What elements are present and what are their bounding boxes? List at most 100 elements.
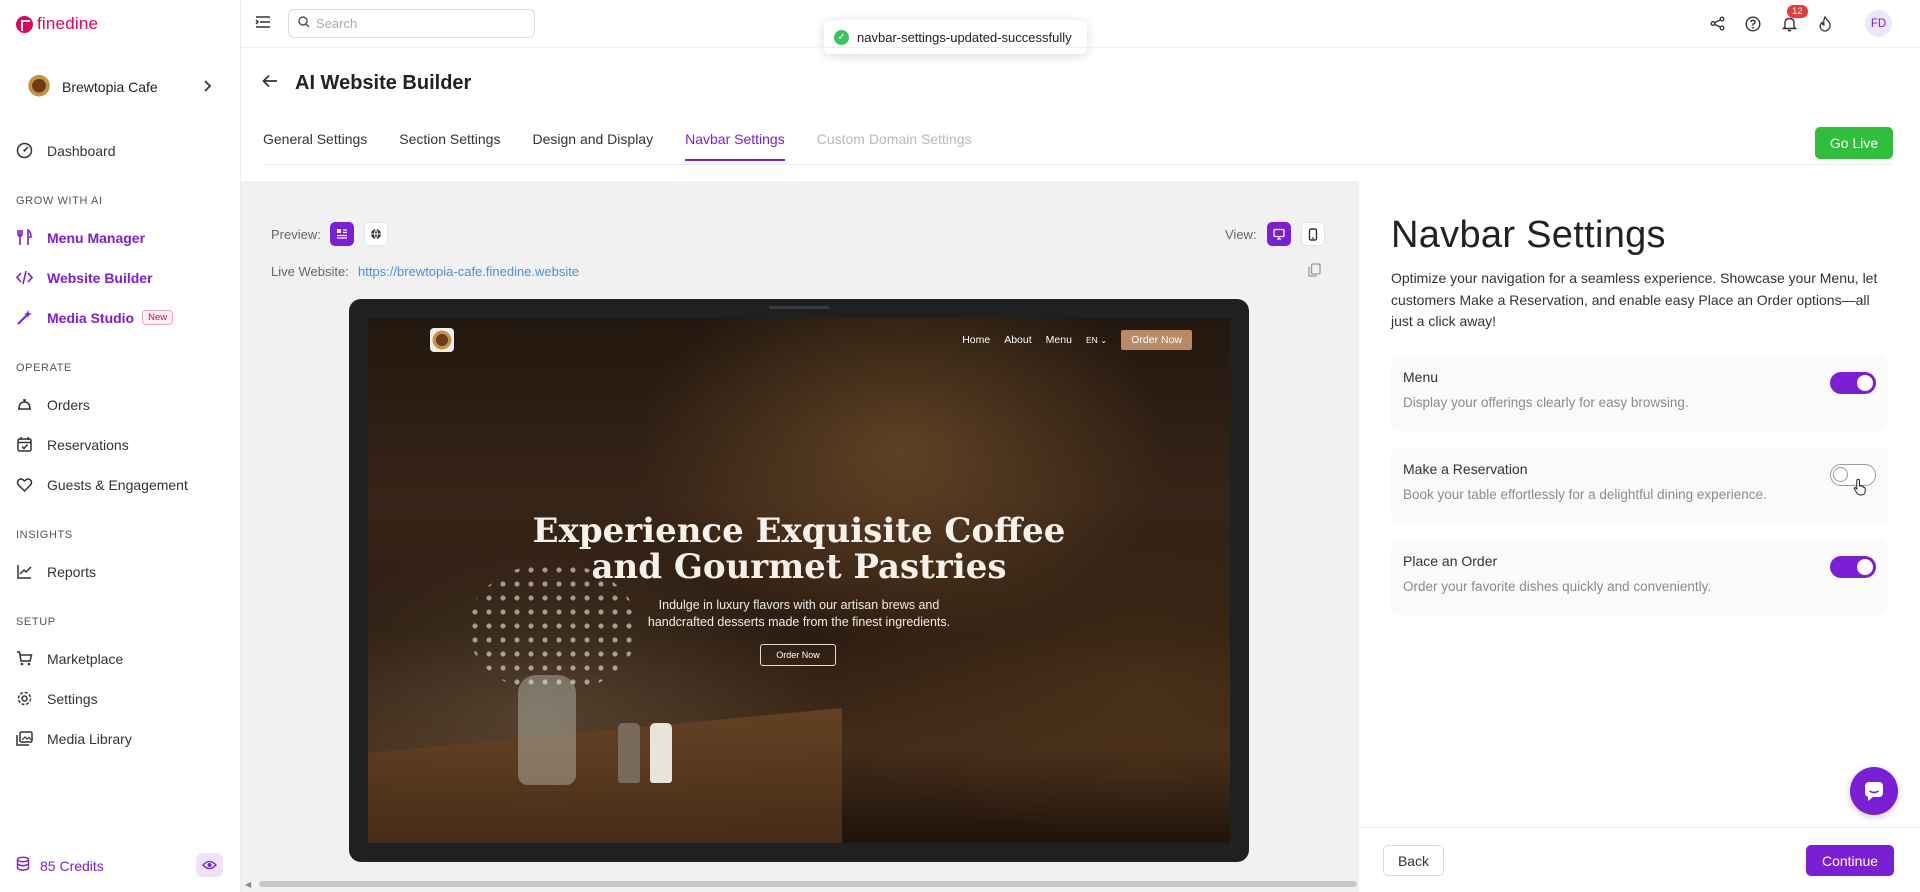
- heart-icon: [16, 476, 33, 493]
- back-arrow-icon[interactable]: [262, 74, 278, 93]
- footer-divider: [1359, 827, 1920, 828]
- credits[interactable]: 85 Credits: [16, 856, 104, 875]
- sidebar-item-label: Orders: [47, 396, 90, 413]
- settings-description: Optimize your navigation for a seamless …: [1391, 270, 1878, 330]
- dashboard-icon: [16, 142, 33, 159]
- share-icon[interactable]: [1707, 14, 1727, 34]
- live-website-label: Live Website:: [271, 264, 349, 279]
- sidebar-item-label: Media Studio: [47, 309, 135, 326]
- site-nav-about[interactable]: About: [1004, 334, 1031, 346]
- sidebar-item-label: Website Builder: [47, 269, 153, 286]
- divider: [241, 47, 1920, 48]
- user-avatar[interactable]: FD: [1865, 10, 1892, 37]
- notification-badge: 12: [1787, 4, 1808, 18]
- menu-toggle[interactable]: [1830, 372, 1876, 394]
- sidebar-item-settings[interactable]: Settings: [16, 690, 98, 707]
- sidebar-item-media-library[interactable]: Media Library: [16, 730, 132, 747]
- toggle-knob: [1857, 559, 1873, 575]
- setting-description: Display your offerings clearly for easy …: [1403, 395, 1689, 410]
- sidebar-item-orders[interactable]: Orders: [16, 396, 90, 413]
- chart-line-icon: [16, 563, 33, 580]
- sidebar-item-website-builder[interactable]: Website Builder: [16, 269, 153, 286]
- sidebar-item-marketplace[interactable]: Marketplace: [16, 650, 123, 667]
- setting-card-menu: Menu Display your offerings clearly for …: [1391, 355, 1888, 431]
- back-button[interactable]: Back: [1383, 845, 1444, 876]
- setting-description: Book your table effortlessly for a delig…: [1403, 487, 1767, 502]
- chevron-right-icon: [202, 79, 212, 95]
- coins-icon: [16, 856, 30, 875]
- setting-card-order: Place an Order Order your favorite dishe…: [1391, 539, 1888, 615]
- calendar-check-icon: [16, 436, 33, 453]
- desktop-view-icon[interactable]: [1267, 222, 1291, 246]
- live-website-link[interactable]: https://brewtopia-cafe.finedine.website: [358, 264, 579, 279]
- sidebar-item-guests[interactable]: Guests & Engagement: [16, 476, 188, 493]
- toggle-knob: [1833, 467, 1848, 482]
- search-box[interactable]: [288, 9, 535, 38]
- globe-icon[interactable]: [364, 222, 388, 246]
- device-frame: Home About Menu EN ⌄ Order Now Experienc…: [349, 299, 1249, 862]
- salt-shaker-image: [650, 723, 672, 783]
- sidebar-item-dashboard[interactable]: Dashboard: [16, 142, 116, 159]
- setting-name: Make a Reservation: [1403, 461, 1528, 477]
- search-input[interactable]: [316, 16, 516, 31]
- tabs-divider: [263, 164, 1892, 165]
- sidebar-item-media-studio[interactable]: Media Studio New: [16, 309, 174, 326]
- brand-logo[interactable]: finedine: [16, 14, 98, 34]
- vase-image: [518, 675, 576, 785]
- section-label-operate: OPERATE: [16, 362, 72, 374]
- help-icon[interactable]: [1743, 14, 1763, 34]
- sidebar-item-menu-manager[interactable]: Menu Manager: [16, 229, 145, 246]
- fire-icon[interactable]: [1815, 14, 1835, 34]
- table-image: [368, 708, 843, 843]
- hero-order-now-button[interactable]: Order Now: [760, 644, 836, 666]
- sidebar-item-label: Marketplace: [47, 650, 124, 667]
- eye-icon[interactable]: [196, 853, 223, 877]
- hero-subtitle: Indulge in luxury flavors with our artis…: [647, 598, 951, 629]
- site-language-select[interactable]: EN ⌄: [1086, 335, 1107, 346]
- site-order-now-button[interactable]: Order Now: [1121, 330, 1192, 350]
- sidebar-item-reservations[interactable]: Reservations: [16, 436, 129, 453]
- tab-navbar-settings[interactable]: Navbar Settings: [685, 131, 785, 161]
- view-label: View:: [1225, 227, 1257, 242]
- scroll-left-icon[interactable]: ◀: [245, 880, 251, 889]
- website-preview[interactable]: Home About Menu EN ⌄ Order Now Experienc…: [368, 318, 1230, 843]
- copy-icon[interactable]: [1308, 263, 1321, 282]
- business-name: Brewtopia Cafe: [62, 79, 158, 95]
- tab-section-settings[interactable]: Section Settings: [399, 131, 500, 161]
- sidebar: finedine Brewtopia Cafe Dashboard GROW W…: [0, 0, 241, 892]
- pepper-shaker-image: [618, 723, 640, 783]
- site-navbar: Home About Menu EN ⌄ Order Now: [962, 330, 1192, 350]
- business-switcher[interactable]: Brewtopia Cafe: [16, 66, 222, 108]
- gear-icon: [16, 690, 33, 707]
- scrollbar-thumb[interactable]: [259, 881, 1357, 887]
- setting-description: Order your favorite dishes quickly and c…: [1403, 579, 1712, 594]
- sidebar-item-reports[interactable]: Reports: [16, 563, 96, 580]
- section-label-grow: GROW WITH AI: [16, 195, 103, 207]
- sidebar-item-label: Reservations: [47, 436, 129, 453]
- mobile-view-icon[interactable]: [1301, 222, 1325, 246]
- cart-icon: [16, 650, 33, 667]
- order-toggle[interactable]: [1830, 556, 1876, 578]
- hero-title: Experience Exquisite Coffee and Gourmet …: [532, 511, 1066, 587]
- site-nav-home[interactable]: Home: [962, 334, 990, 346]
- tab-design-and-display[interactable]: Design and Display: [532, 131, 653, 161]
- device-notch: [769, 306, 829, 309]
- tab-custom-domain-settings[interactable]: Custom Domain Settings: [817, 131, 972, 161]
- brand-name: finedine: [37, 14, 99, 33]
- builder-preview-icon[interactable]: [330, 222, 354, 246]
- continue-button[interactable]: Continue: [1806, 845, 1894, 876]
- go-live-button[interactable]: Go Live: [1815, 127, 1893, 159]
- sidebar-item-label: Guests & Engagement: [47, 476, 188, 493]
- magic-wand-icon: [16, 309, 33, 326]
- new-badge: New: [142, 310, 174, 325]
- menu-toggle-icon[interactable]: [255, 15, 271, 34]
- site-logo[interactable]: [430, 328, 454, 352]
- site-nav-menu[interactable]: Menu: [1046, 334, 1072, 346]
- bell-icon[interactable]: 12: [1779, 4, 1808, 34]
- orders-icon: [16, 396, 33, 413]
- settings-tabs: General Settings Section Settings Design…: [263, 131, 1004, 161]
- credits-label: 85 Credits: [40, 857, 104, 874]
- tab-general-settings[interactable]: General Settings: [263, 131, 367, 161]
- chat-support-button[interactable]: [1850, 767, 1898, 815]
- horizontal-scrollbar[interactable]: ◀: [245, 880, 1359, 889]
